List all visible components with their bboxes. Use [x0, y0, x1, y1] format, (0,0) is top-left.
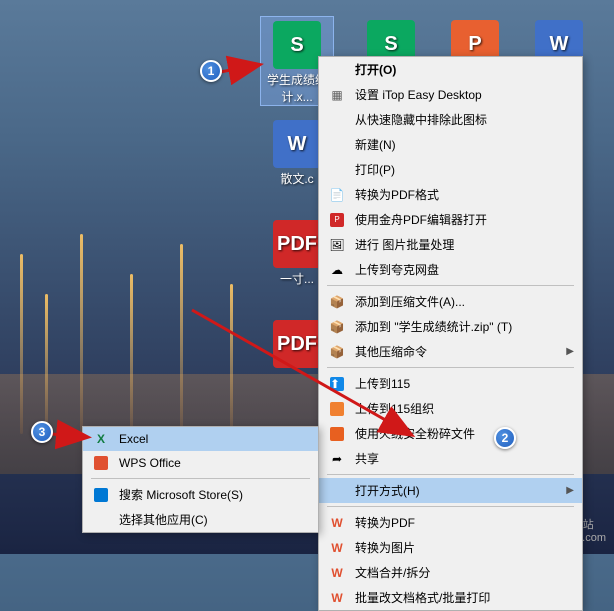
wps-icon: W — [327, 515, 347, 531]
blank-icon — [327, 112, 347, 128]
zip-icon: 📦 — [327, 344, 347, 360]
menu-separator — [327, 474, 574, 475]
image-icon: 🖼 — [327, 237, 347, 253]
blank-icon — [327, 162, 347, 178]
menu-itop[interactable]: ▦ 设置 iTop Easy Desktop — [319, 82, 582, 107]
menu-open[interactable]: 打开(O) — [319, 57, 582, 82]
huorong-icon — [327, 426, 347, 442]
word-icon: W — [273, 120, 321, 168]
annotation-marker-1: 1 — [200, 60, 222, 82]
115-icon: ⬆ — [327, 376, 347, 392]
wps-icon: W — [327, 565, 347, 581]
pdf-icon: PDF — [273, 320, 321, 368]
wps-office-icon — [91, 455, 111, 471]
menu-image-batch[interactable]: 🖼 进行 图片批量处理 — [319, 232, 582, 257]
blank-icon — [327, 62, 347, 78]
menu-separator — [327, 506, 574, 507]
page-icon: 📄 — [327, 187, 347, 203]
annotation-marker-2: 2 — [494, 427, 516, 449]
cloud-icon: ☁ — [327, 262, 347, 278]
menu-batch-format-print[interactable]: W 批量改文档格式/批量打印 — [319, 585, 582, 610]
menu-convert-image[interactable]: W 转换为图片 — [319, 535, 582, 560]
menu-other-compress[interactable]: 📦 其他压缩命令 ▶ — [319, 339, 582, 364]
wps-icon: W — [327, 590, 347, 606]
submenu-arrow-icon: ▶ — [566, 485, 574, 496]
menu-upload-115-org[interactable]: 上传到115组织 — [319, 396, 582, 421]
wps-icon: W — [327, 540, 347, 556]
spreadsheet-icon: S — [273, 21, 321, 69]
submenu-arrow-icon: ▶ — [566, 346, 574, 357]
menu-separator — [327, 285, 574, 286]
context-menu-open-with: X Excel WPS Office 搜索 Microsoft Store(S)… — [82, 426, 319, 533]
blank-icon — [327, 137, 347, 153]
annotation-marker-3: 3 — [31, 421, 53, 443]
menu-new[interactable]: 新建(N) — [319, 132, 582, 157]
pdf-editor-icon: P — [327, 212, 347, 228]
excel-icon: X — [91, 431, 111, 447]
115-org-icon — [327, 401, 347, 417]
menu-print[interactable]: 打印(P) — [319, 157, 582, 182]
menu-convert-pdf2[interactable]: W 转换为PDF — [319, 510, 582, 535]
menu-doc-merge-split[interactable]: W 文档合并/拆分 — [319, 560, 582, 585]
blank-icon — [91, 512, 111, 528]
zip-icon: 📦 — [327, 294, 347, 310]
share-icon: ➦ — [327, 451, 347, 467]
menu-huorong-shred[interactable]: 使用火绒安全粉碎文件 — [319, 421, 582, 446]
context-menu-main: 打开(O) ▦ 设置 iTop Easy Desktop 从快速隐藏中排除此图标… — [318, 56, 583, 611]
menu-add-archive[interactable]: 📦 添加到压缩文件(A)... — [319, 289, 582, 314]
menu-quark-upload[interactable]: ☁ 上传到夸克网盘 — [319, 257, 582, 282]
zip-icon: 📦 — [327, 319, 347, 335]
menu-open-with[interactable]: 打开方式(H) ▶ — [319, 478, 582, 503]
menu-exclude-hide[interactable]: 从快速隐藏中排除此图标 — [319, 107, 582, 132]
menu-jinzhou-pdf[interactable]: P 使用金舟PDF编辑器打开 — [319, 207, 582, 232]
submenu-search-store[interactable]: 搜索 Microsoft Store(S) — [83, 482, 318, 507]
pdf-icon: PDF — [273, 220, 321, 268]
menu-separator — [91, 478, 310, 479]
menu-separator — [327, 367, 574, 368]
menu-convert-pdf[interactable]: 📄 转换为PDF格式 — [319, 182, 582, 207]
menu-share[interactable]: ➦ 共享 — [319, 446, 582, 471]
submenu-wps[interactable]: WPS Office — [83, 451, 318, 475]
menu-upload-115[interactable]: ⬆ 上传到115 — [319, 371, 582, 396]
itop-icon: ▦ — [327, 87, 347, 103]
submenu-excel[interactable]: X Excel — [83, 427, 318, 451]
menu-add-zip-named[interactable]: 📦 添加到 "学生成绩统计.zip" (T) — [319, 314, 582, 339]
submenu-choose-other[interactable]: 选择其他应用(C) — [83, 507, 318, 532]
blank-icon — [327, 483, 347, 499]
ms-store-icon — [91, 487, 111, 503]
